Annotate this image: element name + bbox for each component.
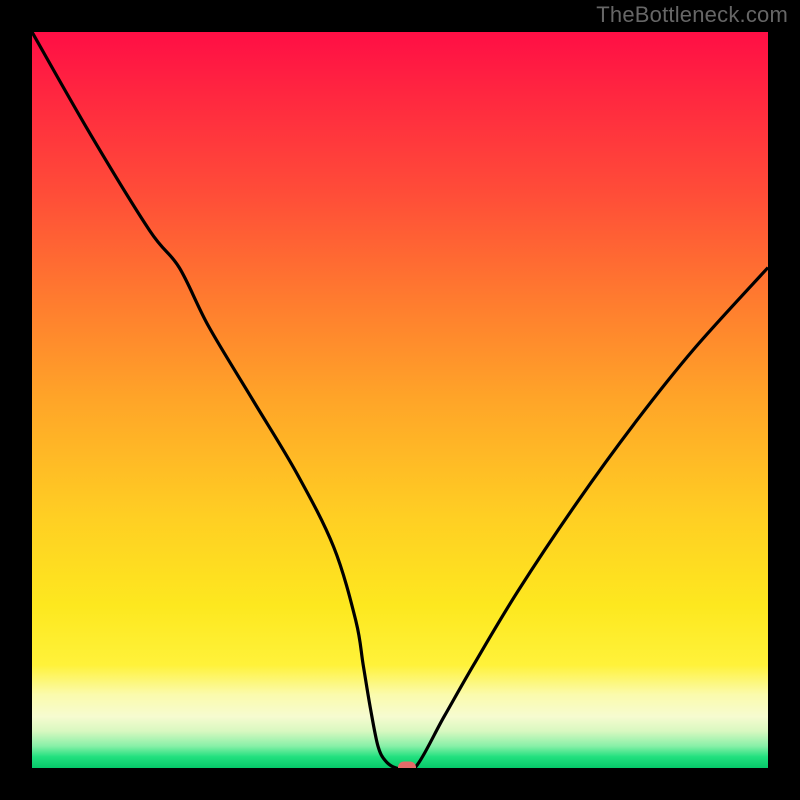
watermark-text: TheBottleneck.com [596, 2, 788, 28]
optimal-point-marker [398, 762, 416, 769]
chart-stage: TheBottleneck.com [0, 0, 800, 800]
plot-area [32, 32, 768, 768]
bottleneck-curve [32, 32, 768, 768]
